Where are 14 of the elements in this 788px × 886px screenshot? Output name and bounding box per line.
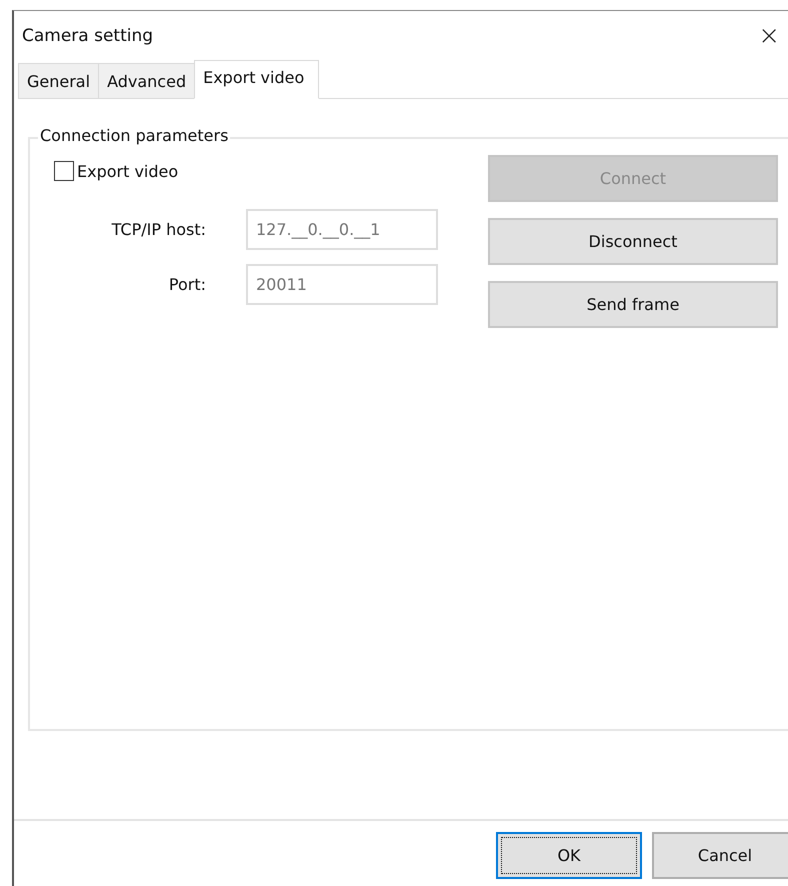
checkbox[interactable]: [54, 161, 74, 181]
tab[interactable]: Advanced: [98, 63, 196, 99]
dialog-button[interactable]: OK: [496, 832, 642, 879]
tab[interactable]: General: [18, 63, 100, 99]
action-button[interactable]: Send frame: [488, 281, 778, 328]
group-title: Connection parameters: [38, 126, 230, 145]
field-label: Port:: [168, 275, 206, 294]
tab[interactable]: Export video: [194, 60, 320, 99]
window-title: Camera setting: [22, 26, 154, 46]
checkbox-label: Export video: [77, 162, 178, 180]
dialog-button[interactable]: Cancel: [652, 832, 788, 879]
close-button[interactable]: ×: [750, 21, 788, 51]
field-label: TCP/IP host:: [110, 220, 206, 239]
action-button[interactable]: Disconnect: [488, 218, 778, 265]
